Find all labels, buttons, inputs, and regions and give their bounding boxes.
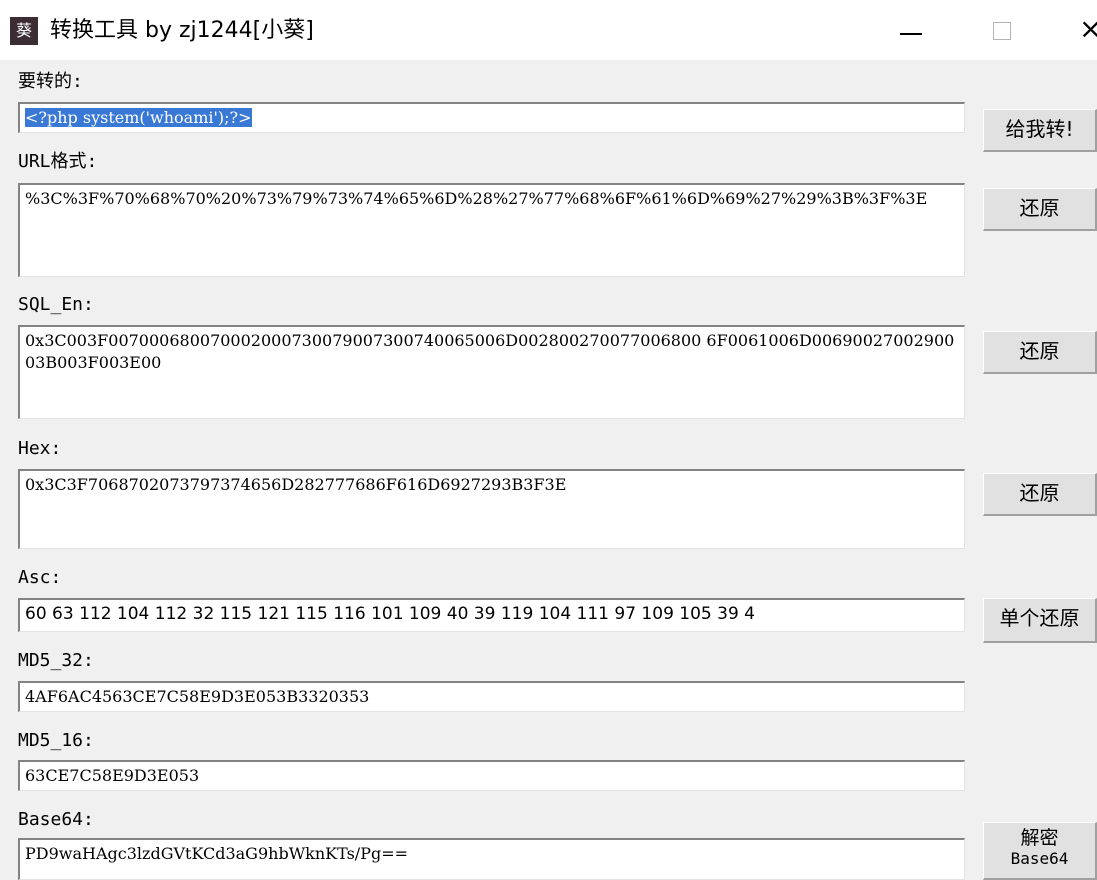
input-label: 要转的: bbox=[18, 71, 83, 92]
base64-label: Base64: bbox=[18, 809, 94, 830]
url-field[interactable]: %3C%3F%70%68%70%20%73%79%73%74%65%6D%28%… bbox=[18, 183, 965, 277]
close-icon: × bbox=[1079, 12, 1097, 45]
hex-field[interactable]: 0x3C3F7068702073797374656D282777686F616D… bbox=[18, 469, 965, 549]
md5-32-label: MD5_32: bbox=[18, 650, 94, 671]
minimize-icon bbox=[900, 33, 922, 35]
convert-button[interactable]: 给我转! bbox=[983, 109, 1097, 152]
maximize-button[interactable] bbox=[965, 0, 1045, 60]
sql-en-field[interactable]: 0x3C003F00700068007000200073007900730074… bbox=[18, 325, 965, 419]
title-bar: 葵 转换工具 by zj1244[小葵] × bbox=[0, 0, 1097, 60]
minimize-button[interactable] bbox=[874, 0, 954, 60]
md5-32-field[interactable]: 4AF6AC4563CE7C58E9D3E053B3320353 bbox=[18, 681, 965, 712]
input-value: <?php system('whoami');?> bbox=[25, 108, 252, 127]
base64-decode-button[interactable]: 解密 Base64 bbox=[983, 822, 1097, 880]
url-restore-button[interactable]: 还原 bbox=[983, 188, 1097, 231]
hex-label: Hex: bbox=[18, 438, 62, 459]
asc-label: Asc: bbox=[18, 567, 62, 588]
url-label: URL格式: bbox=[18, 151, 98, 172]
close-button[interactable]: × bbox=[1055, 0, 1097, 60]
md5-16-label: MD5_16: bbox=[18, 730, 94, 751]
base64-field[interactable]: PD9waHAgc3lzdGVtKCd3aG9hbWknKTs/Pg== bbox=[18, 838, 965, 880]
window-title: 转换工具 by zj1244[小葵] bbox=[50, 18, 314, 43]
app-icon: 葵 bbox=[10, 17, 38, 45]
asc-field[interactable]: 60 63 112 104 112 32 115 121 115 116 101… bbox=[18, 598, 965, 632]
maximize-icon bbox=[993, 22, 1011, 40]
hex-restore-button[interactable]: 还原 bbox=[983, 473, 1097, 516]
input-field[interactable]: <?php system('whoami');?> bbox=[18, 102, 965, 133]
sql-en-label: SQL_En: bbox=[18, 294, 94, 315]
asc-single-restore-button[interactable]: 单个还原 bbox=[983, 598, 1097, 643]
sql-en-restore-button[interactable]: 还原 bbox=[983, 331, 1097, 374]
md5-16-field[interactable]: 63CE7C58E9D3E053 bbox=[18, 760, 965, 791]
